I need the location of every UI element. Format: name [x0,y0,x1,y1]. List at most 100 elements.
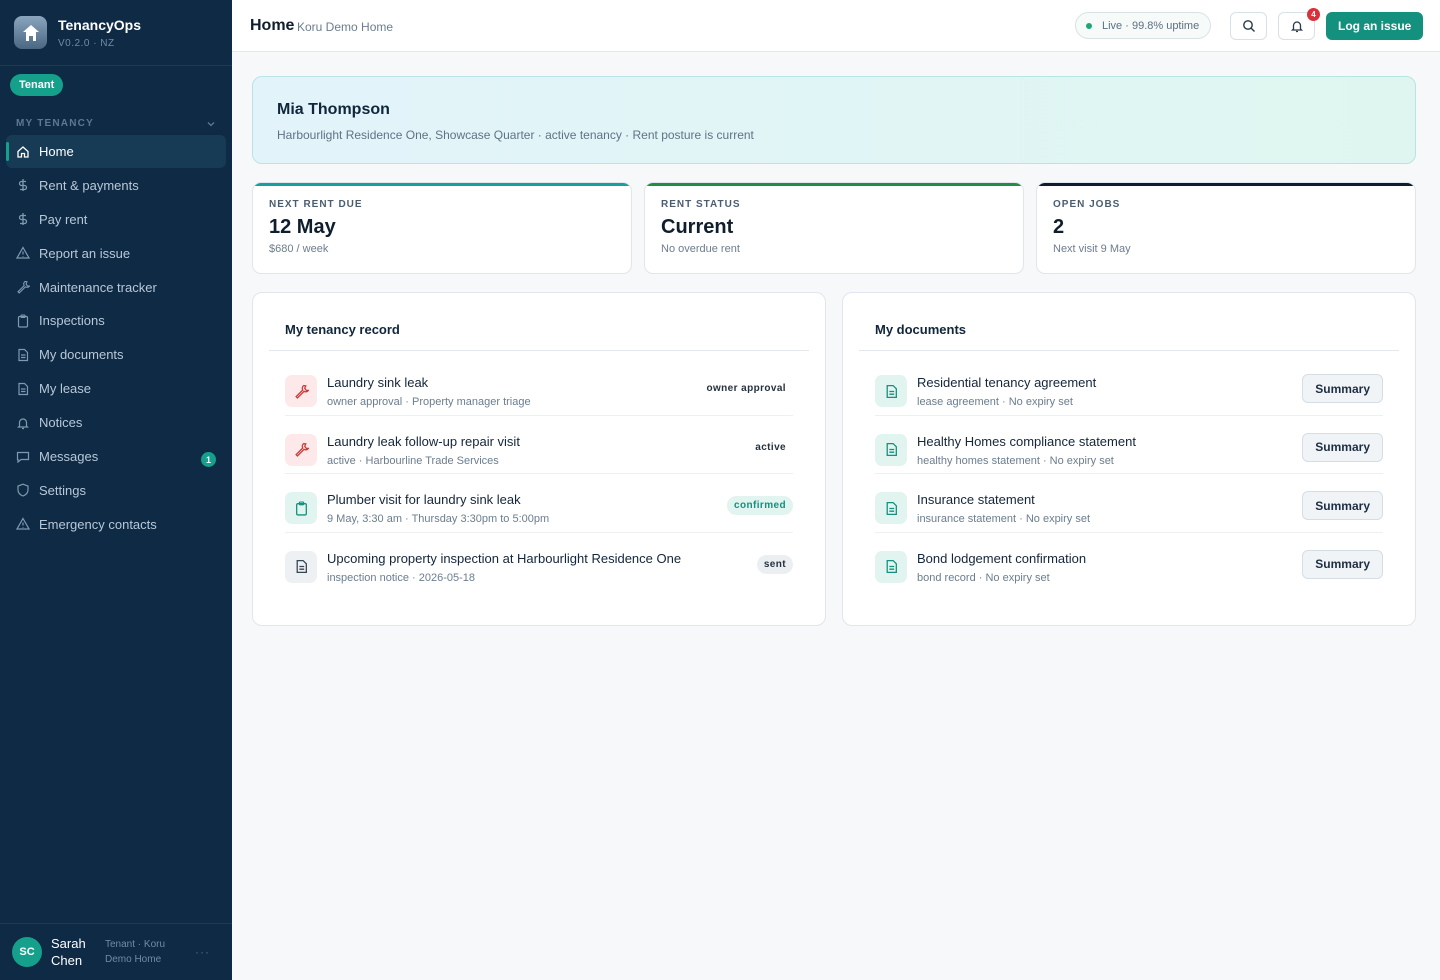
sidebar-item-my-documents[interactable]: My documents [6,338,226,371]
notifications-button[interactable]: 4 [1278,8,1320,40]
sidebar-item-inspections[interactable]: Inspections [6,304,226,337]
item-title: Laundry leak follow-up repair visit [327,433,520,449]
sidebar-item-label: My documents [39,347,124,363]
summary-button[interactable]: Summary [1302,491,1383,520]
document-icon [16,382,30,396]
summary-button[interactable]: Summary [1302,549,1383,579]
stat-label: OPEN JOBS [1053,199,1121,210]
summary-button[interactable]: Summary [1302,432,1383,462]
sidebar-item-label: Report an issue [39,245,131,261]
warning-icon [16,517,30,531]
user-meta: Tenant · Koru Demo Home [105,939,166,965]
house-logo-icon [14,16,47,49]
more-options-icon[interactable]: ··· [195,945,210,959]
divider [269,350,809,351]
item-title: Upcoming property inspection at Harbourl… [327,550,682,566]
message-icon [16,450,30,464]
home-icon [16,145,30,159]
document-icon [875,492,907,524]
item-subtitle: owner approval · Property manager triage [327,396,531,408]
sidebar-item-settings[interactable]: Settings [6,474,226,507]
avatar: SC [12,937,42,967]
sidebar-item-rent-payments[interactable]: Rent & payments [6,169,226,202]
sidebar-item-label: Home [39,144,74,159]
list-item[interactable]: Laundry sink leak owner approval · Prope… [285,357,793,416]
item-title: Bond lodgement confirmation [917,550,1087,566]
app-version: V0.2.0 · NZ [58,37,115,49]
document-icon [285,550,317,583]
sidebar-item-home[interactable]: Home [6,135,226,168]
clipboard-icon [16,314,30,328]
list-item[interactable]: Laundry leak follow-up repair visit acti… [285,416,793,474]
sidebar-item-label: Inspections [39,313,105,329]
wrench-icon [16,280,30,294]
sidebar: TenancyOps V0.2.0 · NZ Tenant MY TENANCY… [0,0,232,980]
item-subtitle: inspection notice · 2026-05-18 [327,571,475,584]
sidebar-item-messages[interactable]: Messages 1 [6,440,226,473]
tenant-name: Mia Thompson [277,101,390,118]
top-bar: Home Koru Demo Home Live · 99.8% uptime … [232,0,1440,52]
user-name: Sarah Chen [51,936,86,968]
status-badge: confirmed [727,496,793,515]
tenancy-record-panel: My tenancy record Laundry sink leak owne… [252,292,826,626]
panel-title: My tenancy record [285,322,400,337]
brand: TenancyOps V0.2.0 · NZ [0,0,232,66]
stat-card-rent-status: RENT STATUS Current No overdue rent [644,182,1024,274]
search-button[interactable] [1230,12,1267,40]
document-icon [875,550,907,583]
stat-subtext: No overdue rent [661,243,740,255]
page-title: Home [250,17,295,34]
user-menu[interactable]: SC Sarah Chen Tenant · Koru Demo Home ··… [0,923,232,980]
list-item: Healthy Homes compliance statement healt… [875,416,1383,474]
tenancy-detail: Harbourlight Residence One, Showcase Qua… [277,128,754,142]
nav-section-label: MY TENANCY [16,118,94,129]
sidebar-item-label: Maintenance tracker [39,279,157,295]
wrench-icon [285,433,317,466]
stat-card-next-rent: NEXT RENT DUE 12 May $680 / week [252,182,632,274]
stat-label: NEXT RENT DUE [269,199,363,210]
sidebar-item-label: Pay rent [39,211,88,227]
document-icon [16,348,30,362]
summary-button[interactable]: Summary [1302,374,1383,403]
item-subtitle: insurance statement · No expiry set [917,513,1091,525]
status-badge: sent [756,554,793,574]
sidebar-item-report-issue[interactable]: Report an issue [6,237,226,270]
sidebar-item-my-lease[interactable]: My lease [6,372,226,405]
clipboard-icon [285,492,317,524]
list-item[interactable]: Plumber visit for laundry sink leak 9 Ma… [285,474,793,533]
stat-value: 12 May [269,216,336,238]
item-subtitle: bond record · No expiry set [917,571,1050,584]
sidebar-item-pay-rent[interactable]: Pay rent [6,203,226,236]
documents-list: Residential tenancy agreement lease agre… [875,357,1383,591]
list-item[interactable]: Upcoming property inspection at Harbourl… [285,533,793,592]
item-subtitle: active · Harbourline Trade Services [327,454,499,467]
bell-icon [16,416,30,430]
bell-icon [1290,21,1303,33]
stat-subtext: $680 / week [269,243,329,255]
stat-card-open-jobs: OPEN JOBS 2 Next visit 9 May [1036,182,1416,274]
role-switch-button[interactable]: Tenant [10,74,64,96]
divider [859,350,1399,351]
chevron-down-icon [207,121,215,126]
sidebar-item-emergency-contacts[interactable]: Emergency contacts [6,508,226,541]
panel-title: My documents [875,322,967,337]
documents-panel: My documents Residential tenancy agreeme… [842,292,1416,626]
status-dot-icon [1086,22,1092,29]
log-issue-button[interactable]: Log an issue [1326,12,1424,40]
status-badge: owner approval [706,383,786,394]
list-item: Residential tenancy agreement lease agre… [875,357,1383,416]
shield-icon [16,483,30,498]
stat-value: Current [661,216,734,238]
item-subtitle: lease agreement · No expiry set [917,396,1073,408]
notification-count-badge: 4 [1307,8,1320,21]
sidebar-item-maintenance[interactable]: Maintenance tracker [6,271,226,304]
sidebar-item-label: Rent & payments [39,177,139,193]
sidebar-item-label: Settings [39,482,86,498]
sidebar-item-label: Messages [39,449,99,465]
list-item: Insurance statement insurance statement … [875,474,1383,533]
nav-section-toggle[interactable]: MY TENANCY [16,118,216,129]
item-title: Plumber visit for laundry sink leak [327,492,521,507]
stat-subtext: Next visit 9 May [1053,243,1131,255]
item-title: Healthy Homes compliance statement [917,433,1136,449]
sidebar-item-notices[interactable]: Notices [6,406,226,439]
